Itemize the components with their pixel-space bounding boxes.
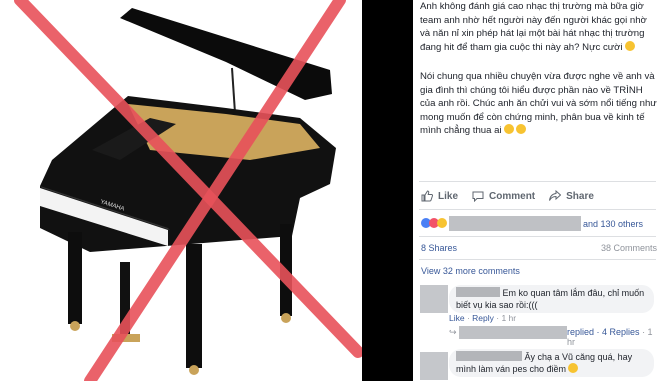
piano-leg-front (186, 244, 202, 368)
post-caption-2: Nói chung qua nhiều chuyện vừa được nghe… (420, 71, 657, 137)
grin-emoji-icon (568, 363, 579, 373)
comment-icon (472, 191, 484, 202)
piano-leg-left (68, 232, 82, 324)
divider (419, 181, 656, 182)
comment-button[interactable]: Comment (472, 190, 535, 202)
photo-viewer-gap (362, 0, 413, 381)
comments-count-link[interactable]: 38 Comments (601, 243, 657, 253)
post-actions: Like Comment Share (421, 187, 657, 205)
haha-reaction-icon (437, 218, 447, 228)
like-label: Like (438, 190, 459, 202)
reactions-summary[interactable]: and 130 others (421, 214, 657, 232)
view-more-comments-link[interactable]: View 32 more comments (421, 266, 520, 276)
comment-reply-link[interactable]: Reply (472, 313, 494, 323)
divider (419, 259, 656, 260)
post-photo[interactable]: YAMAHA (0, 0, 362, 381)
post-counts: 8 Shares 38 Comments (421, 243, 657, 257)
divider (419, 209, 656, 210)
share-icon (549, 190, 562, 201)
avatar[interactable] (420, 352, 448, 380)
comment-bubble: Em ko quan tâm lắm đâu, chỉ muốn biết vụ… (449, 285, 654, 313)
comment-time: 1 hr (501, 313, 517, 323)
comment-meta: Like · Reply · 1 hr (449, 313, 517, 323)
replies-link[interactable]: replied · 4 Replies (567, 327, 640, 337)
comment-label: Comment (489, 190, 536, 202)
redacted-commenter-name[interactable] (456, 287, 500, 297)
shares-count-link[interactable]: 8 Shares (421, 243, 457, 253)
reply-arrow-icon: ↪ (449, 327, 457, 337)
redacted-replier-name (459, 326, 567, 339)
piano-image: YAMAHA (14, 0, 362, 381)
post-panel: Anh không đánh giá cao nhạc thị trường m… (413, 0, 660, 381)
redacted-reactor-names (449, 216, 581, 231)
comment-like-link[interactable]: Like (449, 313, 465, 323)
reactions-others-link[interactable]: and 130 others (583, 219, 643, 229)
thumbs-up-icon (421, 190, 433, 202)
nerd-emoji-icon (503, 124, 514, 135)
share-label: Share (566, 190, 594, 202)
like-button[interactable]: Like (421, 190, 458, 202)
avatar[interactable] (420, 285, 448, 313)
post-caption-1: Anh không đánh giá cao nhạc thị trường m… (420, 1, 647, 53)
nerd-emoji-icon (515, 124, 526, 135)
redacted-commenter-name[interactable] (456, 351, 522, 361)
divider (419, 236, 656, 237)
smile-emoji-icon (624, 40, 635, 51)
share-button[interactable]: Share (549, 190, 594, 202)
replies-summary[interactable]: ↪ replied · 4 Replies · 1 hr (449, 325, 654, 347)
comment-bubble: Ây chạ a Vũ căng quá, hay mình làm ván p… (449, 349, 654, 377)
